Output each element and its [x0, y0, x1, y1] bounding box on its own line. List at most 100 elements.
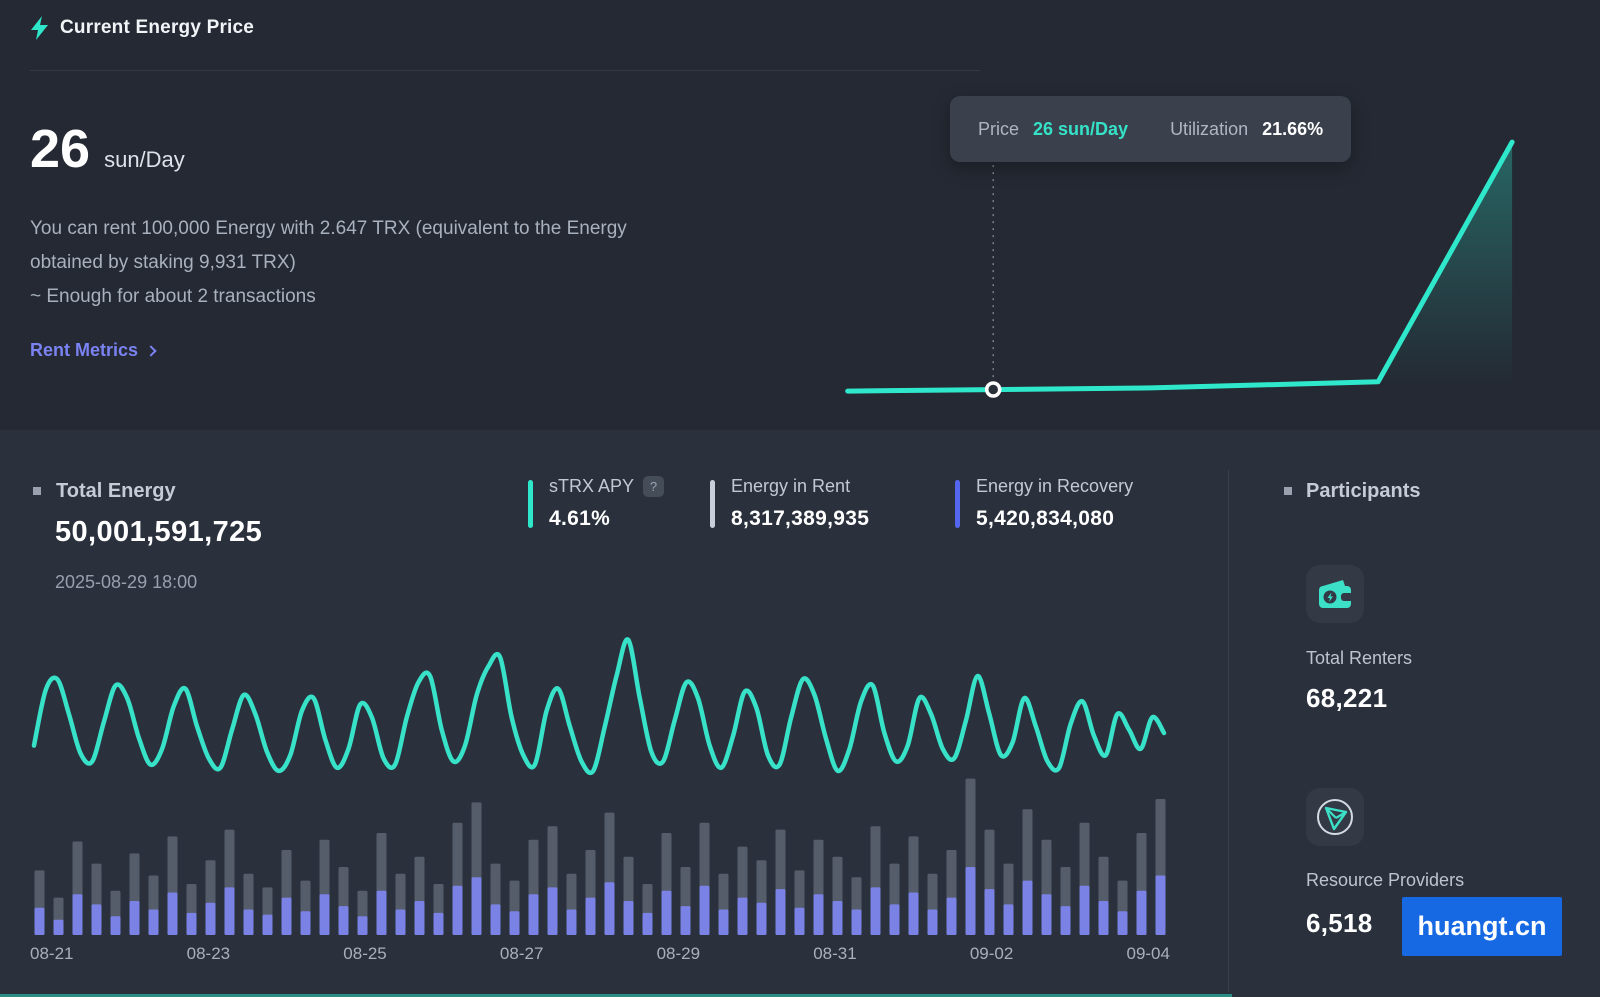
strx-apy-label-row: sTRX APY ? [549, 476, 665, 497]
energy-trend-path [31, 637, 1167, 776]
bar-segment [1155, 875, 1166, 935]
header-divider [30, 70, 980, 71]
tron-icon [1317, 799, 1353, 835]
bar-segment [680, 906, 691, 935]
page-title: Current Energy Price [60, 17, 255, 38]
total-renters-tile [1306, 565, 1364, 623]
bar-segment [243, 909, 254, 935]
rent-metrics-label: Rent Metrics [30, 340, 139, 360]
tooltip-utilization-label: Utilization [1170, 118, 1249, 139]
energy-in-rent-label: Energy in Rent [731, 476, 851, 496]
participants-divider [1228, 470, 1229, 992]
bar-segment [281, 897, 292, 935]
bar-segment [72, 894, 83, 935]
bar-segment [984, 889, 995, 935]
bar-segment [300, 911, 311, 935]
rent-metrics-link[interactable]: Rent Metrics [30, 340, 157, 361]
total-energy-label: Total Energy [56, 480, 176, 502]
bar-segment [1060, 906, 1071, 935]
price-panel: Current Energy Price 26 sun/Day You can … [0, 0, 1600, 430]
bar-segment [1079, 885, 1090, 935]
resource-providers-value: 6,518 [1306, 908, 1373, 938]
bar-segment [357, 916, 368, 935]
bar-segment [110, 916, 121, 935]
x-axis-tick-label: 08-23 [186, 944, 231, 963]
bar-segment [1022, 880, 1033, 935]
hover-marker [984, 381, 1002, 398]
total-renters-value: 68,221 [1306, 683, 1388, 713]
x-axis-tick-label: 08-29 [656, 944, 701, 963]
help-icon[interactable]: ? [643, 476, 665, 497]
bar-segment [566, 909, 577, 935]
bar-segment [262, 914, 273, 935]
bar-segment [490, 904, 501, 935]
bars-group [34, 778, 1166, 935]
strx-apy-accent-bar [528, 480, 533, 528]
stat-energy-in-recovery: Energy in Recovery 5,420,834,080 [955, 476, 1133, 531]
bar-segment [642, 912, 653, 935]
bar-segment [1003, 904, 1014, 935]
x-axis-labels: 08-21 08-23 08-25 08-27 08-29 08-31 09-02 09-04 [30, 944, 1170, 964]
bar-segment [832, 901, 843, 935]
total-energy-bullet [33, 487, 41, 495]
bar-segment [965, 867, 976, 935]
description-line-1: You can rent 100,000 Energy with 2.647 T… [30, 218, 627, 239]
bar-segment [585, 897, 596, 935]
bar-segment [604, 882, 615, 935]
x-axis-tick-label: 08-21 [30, 944, 74, 963]
bar-segment [205, 902, 216, 935]
bar-segment [509, 911, 520, 935]
x-axis-tick-label: 08-25 [343, 944, 387, 963]
bar-segment [661, 890, 672, 935]
energy-in-recovery-label: Energy in Recovery [976, 476, 1134, 496]
energy-in-recovery-accent-bar [955, 480, 960, 528]
x-axis-tick-label: 08-31 [813, 944, 857, 963]
bar-segment [851, 909, 862, 935]
participants-bullet [1284, 487, 1292, 495]
watermark-link[interactable]: huangt.cn [1402, 897, 1562, 956]
bar-segment [471, 877, 482, 935]
description-line-3: ~ Enough for about 2 transactions [30, 286, 316, 307]
bar-segment [1117, 911, 1128, 935]
total-energy-chart[interactable] [30, 625, 1170, 940]
tooltip-utilization-value: 21.66% [1262, 118, 1324, 139]
strx-apy-label: sTRX APY [549, 476, 635, 496]
bar-segment [414, 901, 425, 935]
price-description: You can rent 100,000 Energy with 2.647 T… [30, 212, 627, 314]
bar-segment [889, 904, 900, 935]
total-energy-timestamp: 2025-08-29 18:00 [55, 572, 198, 592]
bar-segment [319, 894, 330, 935]
bar-segment [148, 909, 159, 935]
x-axis-tick-label: 08-27 [499, 944, 544, 963]
stat-strx-apy: sTRX APY ? 4.61% [528, 476, 665, 531]
bar-segment [908, 892, 919, 935]
wallet-icon [1319, 580, 1353, 608]
bar-segment [718, 909, 729, 935]
bar-segment [433, 912, 444, 935]
energy-in-rent-accent-bar [710, 480, 715, 528]
bar-segment [395, 909, 406, 935]
bar-segment [1098, 901, 1109, 935]
bar-segment [775, 889, 786, 935]
chart-hover-tooltip: Price 26 sun/Day Utilization 21.66% [950, 96, 1352, 162]
bar-segment [946, 897, 957, 935]
bar-segment [547, 887, 558, 935]
x-axis-tick-label: 09-02 [969, 944, 1014, 963]
bar-segment [186, 912, 197, 935]
resource-providers-tile [1306, 788, 1364, 846]
bar-segment [870, 887, 881, 935]
participants-title: Participants [1306, 480, 1421, 502]
price-unit: sun/Day [104, 147, 185, 172]
bar-segment [167, 892, 178, 935]
stat-energy-in-rent: Energy in Rent 8,317,389,935 [710, 476, 869, 531]
lightning-icon [31, 16, 48, 40]
bar-segment [927, 909, 938, 935]
bar-segment [91, 904, 102, 935]
bar-segment [528, 894, 539, 935]
chevron-right-icon [145, 345, 157, 357]
bar-segment [452, 885, 463, 935]
bar-segment [794, 907, 805, 935]
bar-segment [1136, 890, 1147, 935]
bar-segment [129, 901, 140, 935]
total-energy-value: 50,001,591,725 [55, 516, 263, 548]
